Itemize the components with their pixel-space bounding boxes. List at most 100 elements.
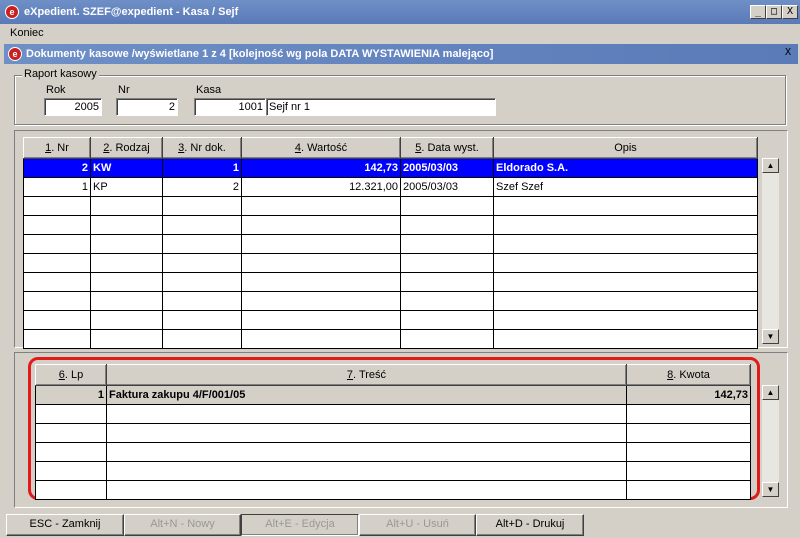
rok-field[interactable]: 2005 <box>44 98 102 116</box>
empty-cell <box>35 423 107 443</box>
empty-cell <box>162 253 242 273</box>
menu-item-koniec[interactable]: Koniec <box>6 25 48 41</box>
empty-cell <box>162 215 242 235</box>
items-table: 6. Lp 7. Treść 8. Kwota 1 Faktura zakupu… <box>35 364 751 500</box>
print-button[interactable]: Alt+D - Drukuj <box>476 514 584 536</box>
empty-cell <box>23 253 91 273</box>
items-header-row: 6. Lp 7. Treść 8. Kwota <box>35 364 751 386</box>
empty-cell <box>35 461 107 481</box>
empty-cell <box>162 291 242 311</box>
table-row[interactable] <box>23 310 758 330</box>
table-row[interactable]: 1 KP 2 12.321,00 2005/03/03 Szef Szef <box>23 177 758 197</box>
delete-button[interactable]: Alt+U - Usuń <box>359 514 476 536</box>
column-header-wartosc[interactable]: 4. Wartość <box>241 137 401 159</box>
empty-cell <box>162 310 242 330</box>
documents-scroll-up-button[interactable]: ▲ <box>762 158 779 173</box>
close-subwindow-button[interactable]: X <box>780 47 796 61</box>
close-button[interactable]: ESC - Zamknij <box>6 514 124 536</box>
empty-cell <box>23 215 91 235</box>
empty-cell <box>90 329 163 349</box>
documents-scrollbar[interactable] <box>762 158 779 344</box>
kasa-id-field[interactable]: 1001 <box>194 98 266 116</box>
arrow-up-icon: ▲ <box>766 388 775 397</box>
empty-cell <box>162 234 242 254</box>
title-bar: e eXpedient. SZEF@expedient - Kasa / Sej… <box>0 0 800 24</box>
empty-cell <box>626 442 751 462</box>
document-window-title: Dokumenty kasowe /wyświetlane 1 z 4 [kol… <box>26 48 494 60</box>
arrow-down-icon: ▼ <box>766 332 775 341</box>
items-scroll-up-button[interactable]: ▲ <box>762 385 779 400</box>
items-scrollbar[interactable] <box>762 385 779 497</box>
table-row[interactable] <box>23 291 758 311</box>
empty-cell <box>493 310 758 330</box>
empty-cell <box>106 461 627 481</box>
empty-cell <box>493 272 758 292</box>
empty-cell <box>23 310 91 330</box>
empty-cell <box>90 234 163 254</box>
minimize-button[interactable]: _ <box>750 5 766 19</box>
empty-cell <box>35 404 107 424</box>
table-row[interactable] <box>23 329 758 349</box>
table-row[interactable] <box>35 461 751 481</box>
table-row[interactable] <box>23 215 758 235</box>
column-header-kwota[interactable]: 8. Kwota <box>626 364 751 386</box>
empty-cell <box>400 329 494 349</box>
table-row[interactable] <box>23 196 758 216</box>
column-header-data-wyst[interactable]: 5. Data wyst. <box>400 137 494 159</box>
column-header-lp[interactable]: 6. Lp <box>35 364 107 386</box>
empty-cell <box>400 272 494 292</box>
column-header-opis[interactable]: Opis <box>493 137 758 159</box>
empty-cell <box>106 480 627 500</box>
table-row[interactable] <box>35 423 751 443</box>
empty-cell <box>493 234 758 254</box>
empty-cell <box>23 291 91 311</box>
empty-cell <box>90 272 163 292</box>
table-row[interactable] <box>23 234 758 254</box>
empty-cell <box>23 272 91 292</box>
table-row[interactable] <box>35 404 751 424</box>
column-header-rodzaj[interactable]: 2. Rodzaj <box>90 137 163 159</box>
window-title: eXpedient. SZEF@expedient - Kasa / Sejf <box>24 6 239 18</box>
empty-cell <box>400 310 494 330</box>
new-button[interactable]: Alt+N - Nowy <box>124 514 241 536</box>
empty-cell <box>241 329 401 349</box>
nr-field[interactable]: 2 <box>116 98 178 116</box>
empty-cell <box>162 329 242 349</box>
table-row[interactable]: 1 Faktura zakupu 4/F/001/05 142,73 <box>35 385 751 405</box>
maximize-button[interactable]: □ <box>766 5 782 19</box>
empty-cell <box>400 215 494 235</box>
table-row[interactable] <box>23 272 758 292</box>
app-logo-icon: e <box>5 5 19 19</box>
app-logo-icon: e <box>8 47 22 61</box>
nr-label: Nr <box>118 84 130 96</box>
empty-cell <box>162 272 242 292</box>
document-window-title-bar: e Dokumenty kasowe /wyświetlane 1 z 4 [k… <box>4 44 798 64</box>
empty-cell <box>241 215 401 235</box>
empty-cell <box>626 404 751 424</box>
empty-cell <box>90 310 163 330</box>
close-window-button[interactable]: X <box>782 5 798 19</box>
table-row[interactable] <box>35 442 751 462</box>
table-row[interactable] <box>23 253 758 273</box>
table-row[interactable]: 2 KW 1 142,73 2005/03/03 Eldorado S.A. <box>23 158 758 178</box>
items-scroll-down-button[interactable]: ▼ <box>762 482 779 497</box>
empty-cell <box>493 196 758 216</box>
documents-scroll-down-button[interactable]: ▼ <box>762 329 779 344</box>
empty-cell <box>35 480 107 500</box>
column-header-nr[interactable]: 1. Nr <box>23 137 91 159</box>
empty-cell <box>626 461 751 481</box>
menu-bar: Koniec <box>0 24 800 43</box>
empty-cell <box>23 234 91 254</box>
empty-cell <box>241 310 401 330</box>
empty-cell <box>162 196 242 216</box>
table-row[interactable] <box>35 480 751 500</box>
column-header-tresc[interactable]: 7. Treść <box>106 364 627 386</box>
kasa-label: Kasa <box>196 84 222 96</box>
column-header-nr-dok[interactable]: 3. Nr dok. <box>162 137 242 159</box>
empty-cell <box>400 253 494 273</box>
empty-cell <box>493 329 758 349</box>
empty-cell <box>241 196 401 216</box>
empty-cell <box>400 196 494 216</box>
empty-cell <box>241 234 401 254</box>
edit-button[interactable]: Alt+E - Edycja <box>241 514 359 536</box>
